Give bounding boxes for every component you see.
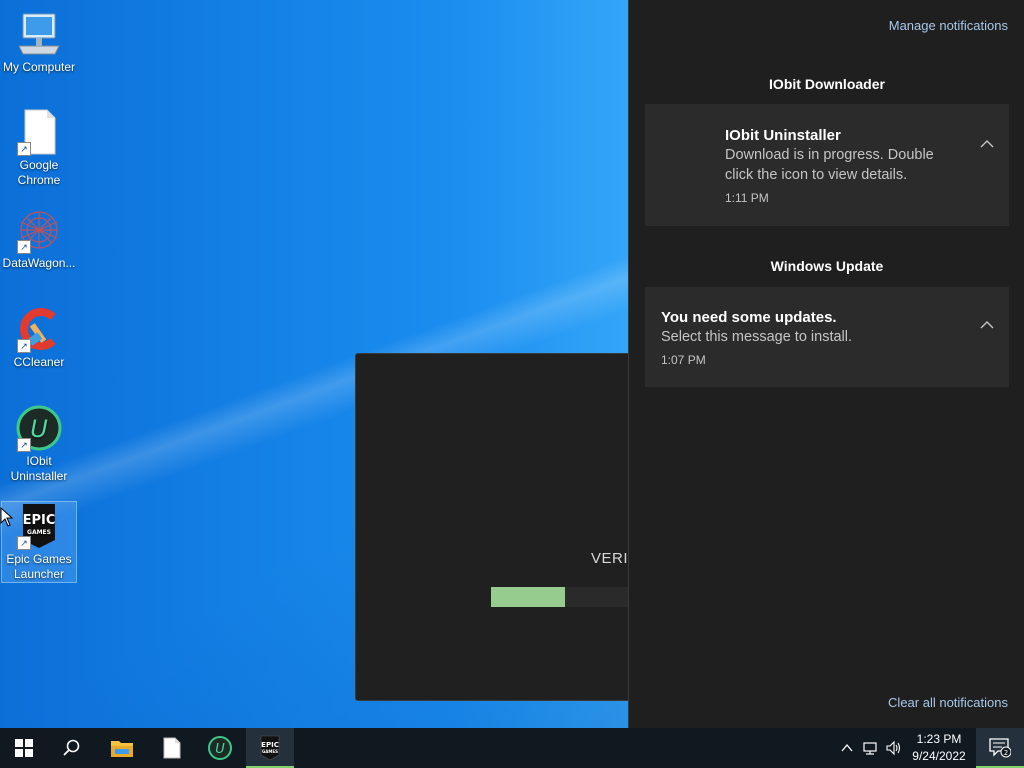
desktop-icon-iobit-uninstaller[interactable]: U ↗ IObit Uninstaller	[2, 404, 76, 484]
desktop-icon-label: Epic Games Launcher	[6, 552, 72, 581]
notification-body: Select this message to install.	[661, 329, 853, 345]
action-center-panel: Manage notifications IObit Downloader IO…	[628, 0, 1024, 728]
iobit-uninstaller-icon: U ↗	[15, 404, 63, 452]
svg-text:GAMES: GAMES	[27, 529, 51, 536]
svg-text:EPIC: EPIC	[23, 513, 56, 528]
desktop-icon-label: Google Chrome	[17, 158, 61, 187]
clock-time: 1:23 PM	[916, 732, 962, 746]
mouse-cursor-icon	[0, 507, 14, 527]
notification-group-title: IObit Downloader	[769, 76, 885, 92]
shortcut-arrow-icon: ↗	[17, 438, 31, 452]
volume-icon[interactable]	[885, 740, 901, 756]
desktop-icon-label: IObit Uninstaller	[10, 454, 68, 483]
verify-progress-bar	[491, 587, 651, 607]
epic-games-icon: EPIC GAMES ↗	[15, 502, 63, 550]
notification-count-badge: 2	[1004, 749, 1008, 757]
taskbar-notepad[interactable]	[148, 728, 196, 768]
notification-time: 1:07 PM	[661, 353, 706, 367]
search-icon	[63, 739, 80, 756]
desktop-icon-ccleaner[interactable]: ↗ CCleaner	[2, 305, 76, 370]
action-center-button[interactable]: 2	[976, 728, 1024, 768]
epic-launcher-window[interactable]: VERIF	[355, 353, 657, 701]
notification-icon: 2	[989, 738, 1011, 758]
svg-text:GAMES: GAMES	[262, 749, 278, 754]
ccleaner-icon: ↗	[15, 305, 63, 353]
network-icon[interactable]	[862, 740, 878, 756]
clear-all-notifications-link[interactable]: Clear all notifications	[888, 695, 1008, 710]
svg-text:U: U	[215, 742, 225, 757]
shortcut-arrow-icon: ↗	[17, 339, 31, 353]
notification-time: 1:11 PM	[725, 191, 769, 205]
svg-text:U: U	[30, 415, 48, 443]
clock-date: 9/24/2022	[912, 749, 966, 763]
desktop-icon-label: DataWagon...	[2, 256, 76, 270]
datawagon-icon: ↗	[15, 206, 63, 254]
chevron-up-icon[interactable]	[979, 136, 995, 152]
desktop-icon-my-computer[interactable]: My Computer	[2, 10, 76, 75]
taskbar: U EPIC GAMES 1:23 PM 9/24/2022 2	[0, 728, 1024, 768]
shortcut-arrow-icon: ↗	[17, 142, 31, 156]
notepad-icon	[163, 737, 181, 759]
file-icon: ↗	[15, 108, 63, 156]
notification-card-windows-update[interactable]: You need some updates. Select this messa…	[645, 287, 1009, 387]
computer-icon	[15, 10, 63, 58]
notification-title: IObit Uninstaller	[725, 127, 841, 144]
taskbar-iobit-uninstaller[interactable]: U	[196, 728, 244, 768]
shortcut-arrow-icon: ↗	[17, 240, 31, 254]
epic-games-icon: EPIC GAMES	[260, 735, 280, 761]
start-button[interactable]	[0, 728, 48, 768]
taskbar-epic-games[interactable]: EPIC GAMES	[246, 728, 294, 768]
desktop-icon-google-chrome[interactable]: ↗ Google Chrome	[2, 108, 76, 188]
desktop-icon-label: My Computer	[2, 60, 76, 74]
notification-group-title: Windows Update	[770, 258, 884, 274]
desktop-icon-datawagon[interactable]: ↗ DataWagon...	[2, 206, 76, 271]
svg-text:EPIC: EPIC	[261, 741, 279, 749]
notification-card-iobit-uninstaller[interactable]: IObit Uninstaller Download is in progres…	[645, 104, 1009, 226]
taskbar-clock[interactable]: 1:23 PM 9/24/2022	[906, 731, 972, 765]
shortcut-arrow-icon: ↗	[17, 536, 31, 550]
notification-body: Download is in progress. Double click th…	[725, 147, 934, 183]
progress-fill	[491, 587, 565, 607]
iobit-uninstaller-icon: U	[208, 736, 232, 760]
file-explorer-icon	[111, 741, 133, 757]
chevron-up-icon[interactable]	[979, 317, 995, 333]
start-icon	[15, 739, 33, 757]
notification-title: You need some updates.	[661, 309, 837, 326]
search-button[interactable]	[48, 728, 96, 768]
chevron-up-icon[interactable]	[839, 740, 855, 756]
taskbar-file-explorer[interactable]	[98, 728, 146, 768]
manage-notifications-link[interactable]: Manage notifications	[889, 18, 1008, 33]
desktop-icon-label: CCleaner	[13, 355, 65, 369]
